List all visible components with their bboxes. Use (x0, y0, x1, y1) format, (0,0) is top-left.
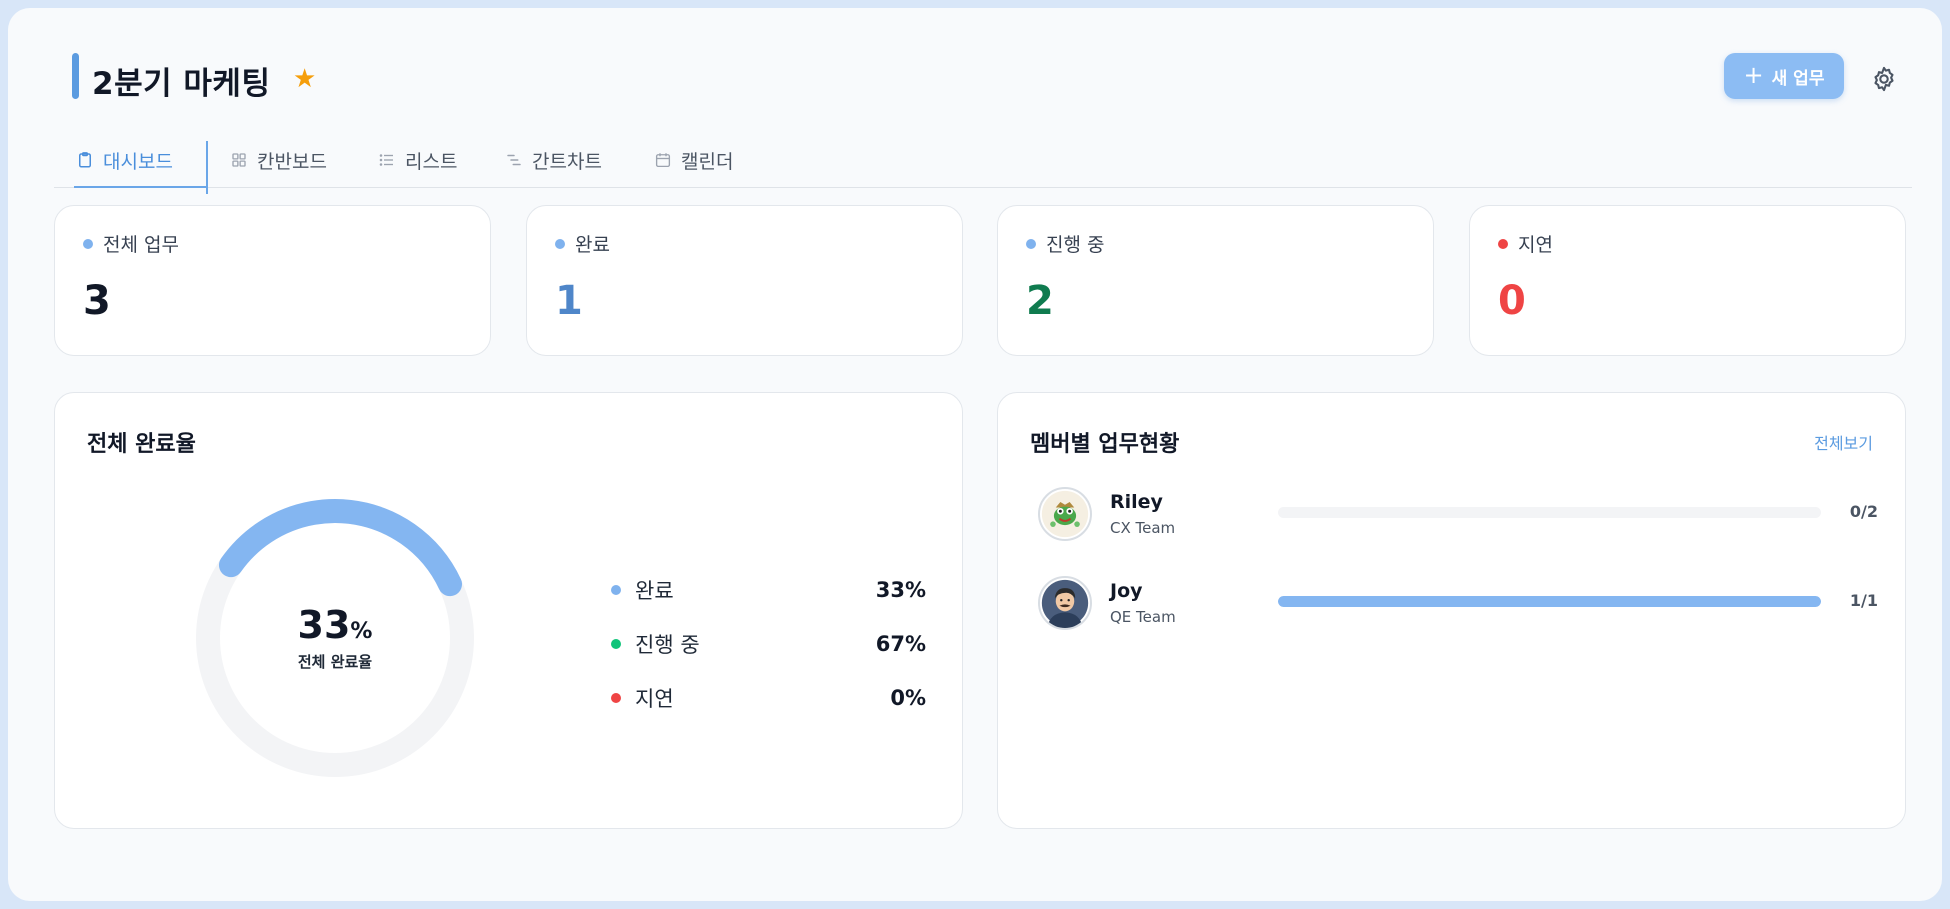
member-progress-bar (1278, 596, 1821, 607)
new-task-label: 새 업무 (1771, 68, 1825, 89)
member-task-count: 0/2 (1849, 502, 1878, 521)
tab-label: 칸반보드 (257, 150, 327, 173)
legend-value: 0% (890, 686, 926, 710)
list-icon (379, 154, 393, 166)
avatar (1038, 576, 1092, 630)
completion-legend: 완료 33% 진행 중 67% 지연 0% (611, 563, 926, 725)
stat-label: 진행 중 (1026, 230, 1104, 257)
member-row[interactable]: Joy QE Team 1/1 (1038, 576, 1898, 636)
legend-dot (611, 639, 621, 649)
legend-label: 완료 (635, 579, 674, 603)
gear-icon[interactable] (1870, 65, 1898, 93)
calendar-icon (655, 153, 671, 168)
stat-value-in-progress: 2 (1026, 278, 1054, 324)
status-dot (83, 238, 93, 249)
member-row[interactable]: Riley CX Team 0/2 (1038, 487, 1898, 547)
frog-avatar-icon (1041, 490, 1089, 538)
tab-label: 리스트 (405, 150, 458, 173)
stat-card-in-progress: 진행 중 2 (997, 205, 1434, 356)
legend-item-done: 완료 33% (611, 563, 926, 617)
donut-center-label: 전체 완료율 (297, 653, 373, 671)
member-team: QE Team (1110, 608, 1176, 626)
member-status-title: 멤버별 업무현황 (1030, 432, 1180, 457)
gantt-icon (507, 154, 521, 166)
page-title: 2분기 마케팅 (92, 66, 271, 102)
legend-value: 33% (875, 578, 926, 602)
legend-dot (611, 693, 621, 703)
donut-center: 33% 전체 완료율 (185, 603, 485, 672)
legend-value: 67% (875, 632, 926, 656)
tab-kanban[interactable]: 칸반보드 (230, 133, 327, 187)
stat-label-text: 완료 (575, 234, 610, 256)
status-dot (1498, 238, 1508, 249)
view-tabs: 대시보드 칸반보드 리스트 간트차트 캘린더 (54, 133, 1912, 194)
member-progress-bar (1278, 507, 1821, 518)
favorite-star-icon[interactable]: ★ (293, 66, 316, 92)
clipboard-icon (79, 152, 91, 168)
member-progress-fill (1278, 596, 1821, 607)
app-frame: 2분기 마케팅 ★ + 새 업무 대시보드 칸반보드 리스트 간트차트 캘린더 … (8, 8, 1942, 901)
tab-label: 캘린더 (681, 150, 734, 173)
stat-label: 완료 (555, 230, 610, 257)
member-name: Joy (1110, 580, 1143, 602)
completion-card: 전체 완료율 33% 전체 완료율 완료 33% 진행 중 67% 지연 0% (54, 392, 963, 829)
stat-label-text: 지연 (1518, 234, 1553, 256)
tab-calendar[interactable]: 캘린더 (654, 133, 733, 187)
plus-icon: + (1743, 61, 1764, 89)
completion-title: 전체 완료율 (87, 432, 196, 457)
new-task-button[interactable]: + 새 업무 (1724, 53, 1844, 99)
donut-percent: 33% (185, 603, 485, 647)
stat-value-done: 1 (555, 278, 583, 324)
tab-dashboard[interactable]: 대시보드 (74, 133, 206, 188)
view-all-link[interactable]: 전체보기 (1814, 430, 1873, 454)
legend-label: 진행 중 (635, 633, 700, 657)
legend-dot (611, 585, 621, 595)
tab-divider (206, 141, 208, 194)
status-dot (1026, 238, 1036, 249)
tab-label: 간트차트 (532, 150, 602, 173)
person-avatar-icon (1041, 579, 1089, 628)
stat-label-text: 전체 업무 (103, 234, 179, 256)
title-accent-bar (72, 53, 79, 99)
member-status-card: 멤버별 업무현황 전체보기 Riley CX Team 0/2 Joy QE T… (997, 392, 1906, 829)
stat-label: 지연 (1498, 230, 1553, 257)
stat-value-delayed: 0 (1498, 278, 1526, 324)
stat-card-delayed: 지연 0 (1469, 205, 1906, 356)
member-name: Riley (1110, 491, 1163, 513)
stat-card-total: 전체 업무 3 (54, 205, 491, 356)
legend-item-delayed: 지연 0% (611, 671, 926, 725)
member-task-count: 1/1 (1849, 591, 1878, 610)
legend-item-in-progress: 진행 중 67% (611, 617, 926, 671)
stat-value-total: 3 (83, 278, 111, 324)
stat-label-text: 진행 중 (1046, 234, 1105, 256)
member-team: CX Team (1110, 519, 1176, 537)
avatar (1038, 487, 1092, 541)
stat-label: 전체 업무 (83, 230, 179, 257)
tab-label: 대시보드 (103, 150, 173, 173)
tab-list[interactable]: 리스트 (378, 133, 457, 187)
donut-percent-sign: % (350, 619, 373, 644)
status-dot (555, 238, 565, 249)
tab-gantt[interactable]: 간트차트 (505, 133, 602, 187)
stat-card-done: 완료 1 (526, 205, 963, 356)
grid-icon (232, 153, 246, 167)
donut-percent-value: 33 (297, 603, 351, 647)
legend-label: 지연 (635, 687, 674, 711)
page-header: 2분기 마케팅 ★ + 새 업무 (8, 8, 1942, 148)
